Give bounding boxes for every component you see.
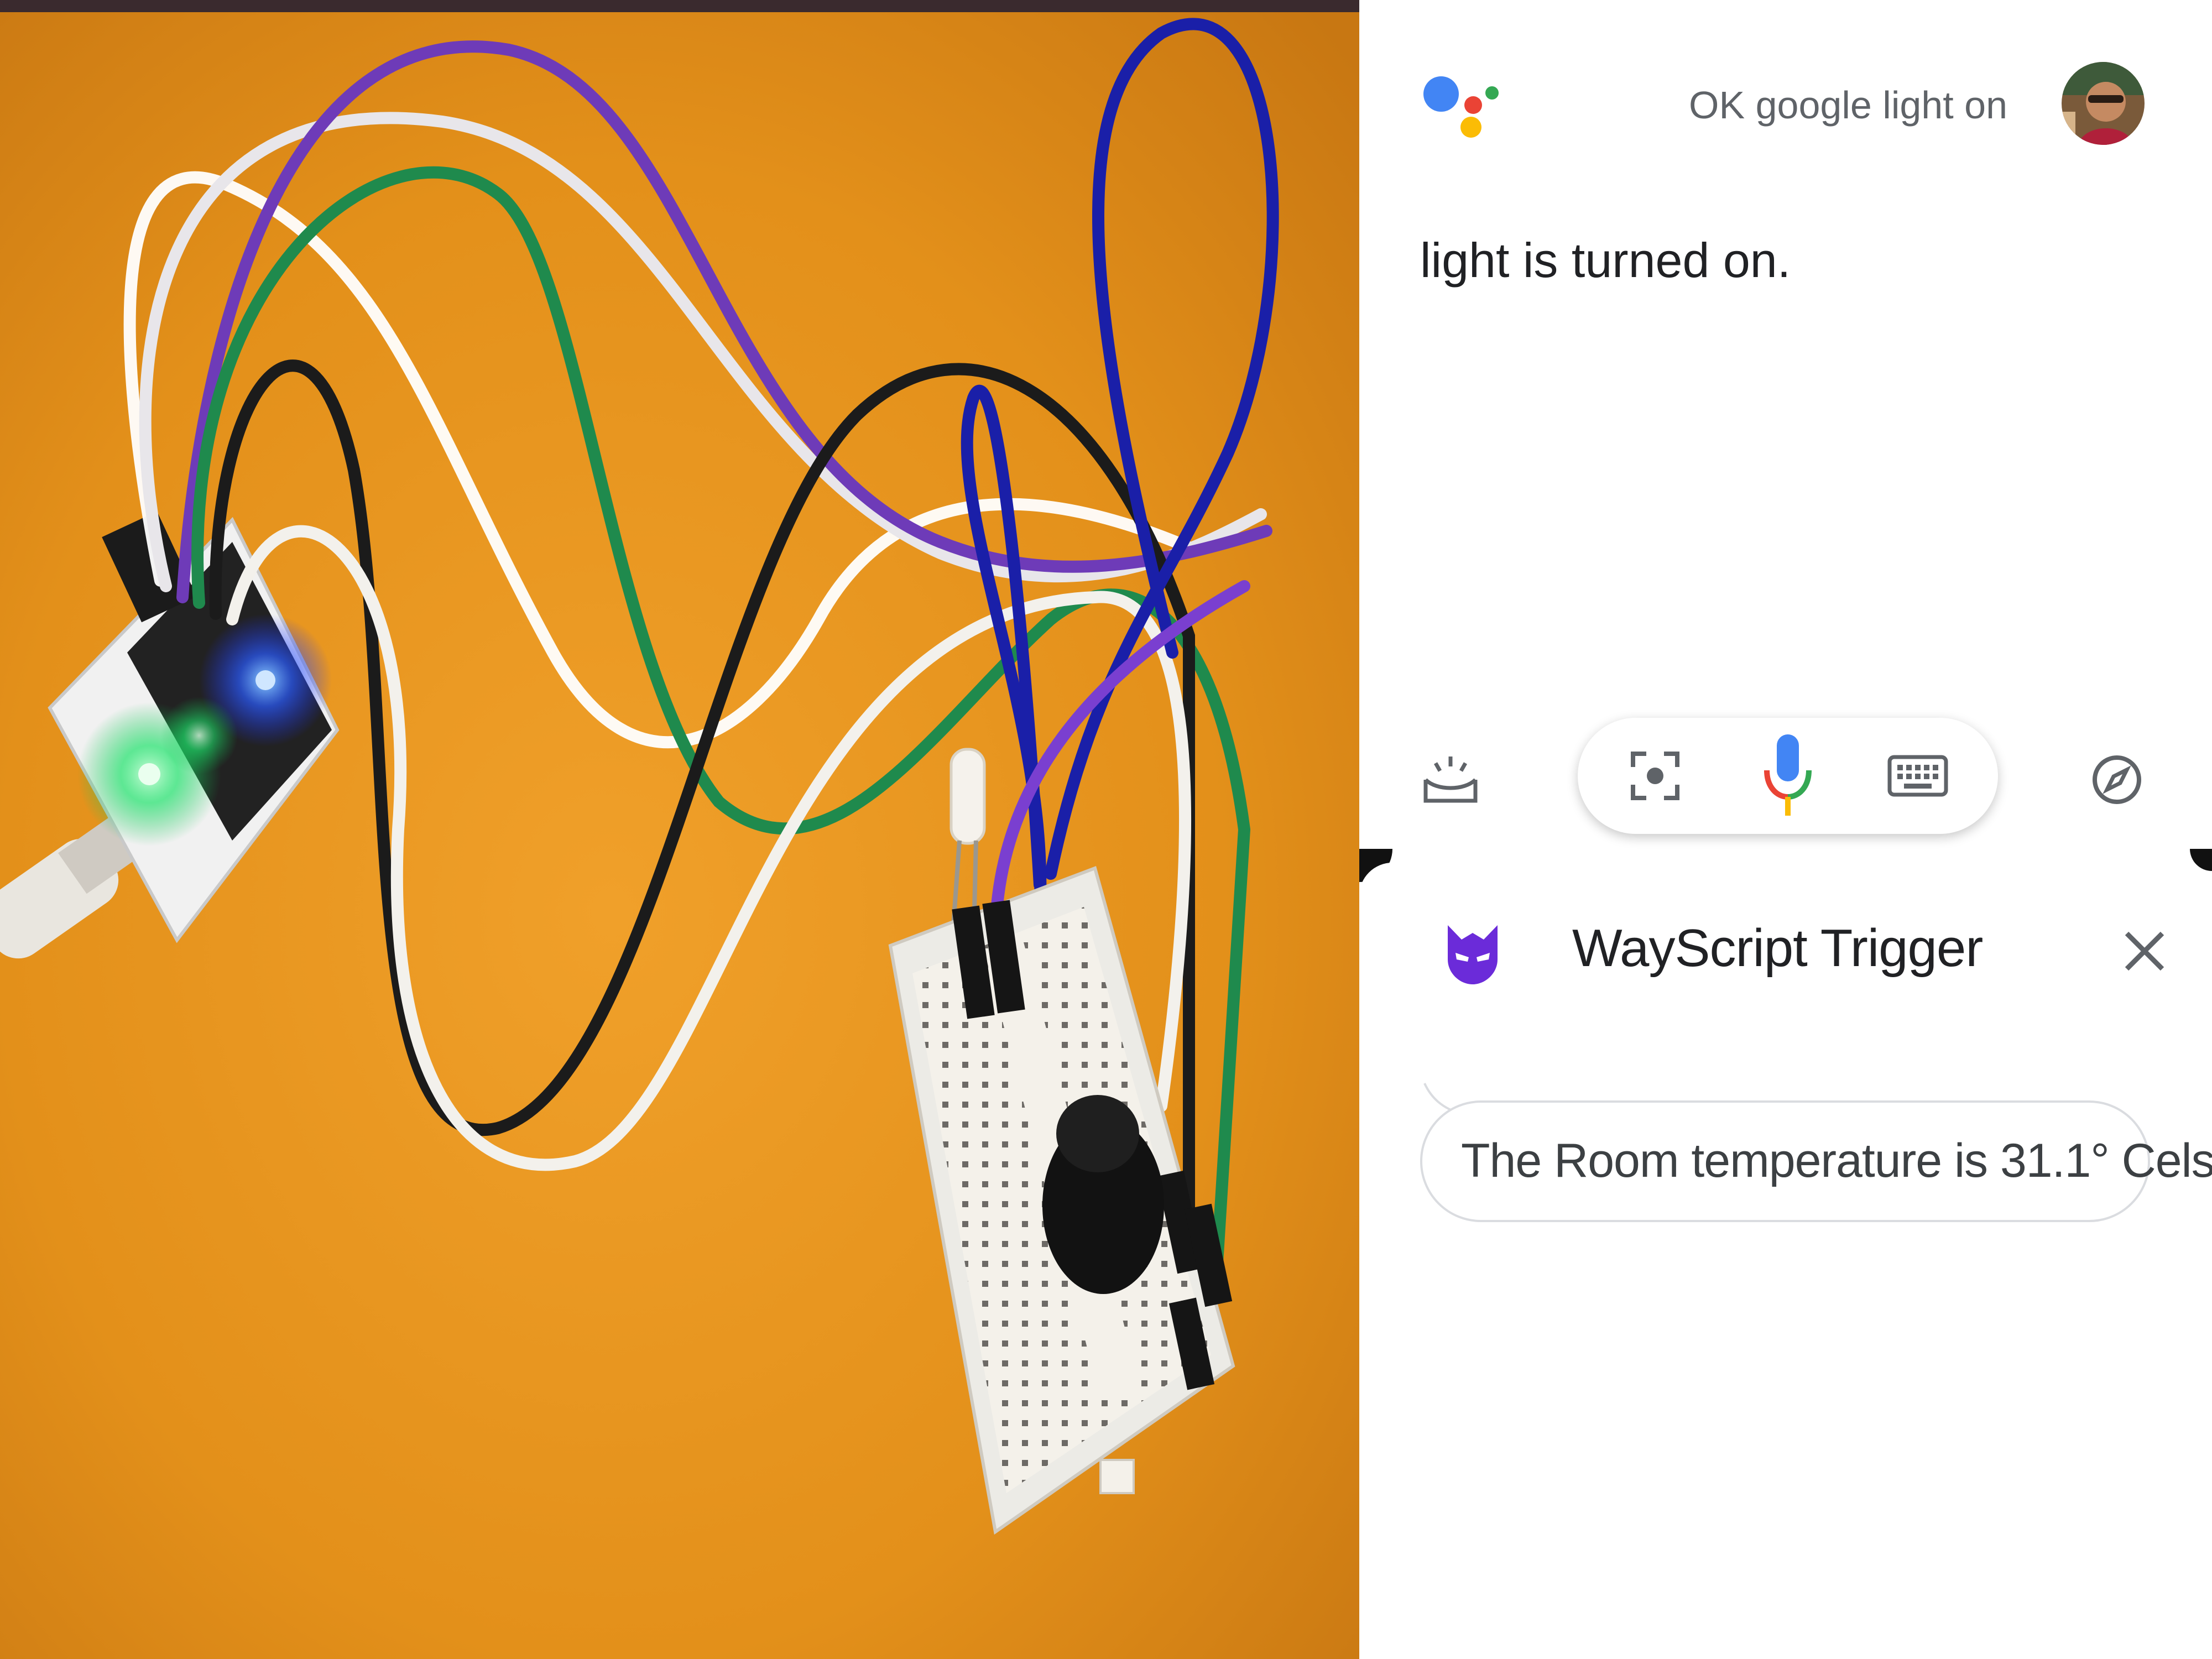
user-query-text: OK google light on [1689, 84, 2007, 127]
notification-title: WayScript Trigger [1572, 919, 1983, 978]
close-icon[interactable] [2117, 924, 2172, 979]
keyboard-icon[interactable] [1887, 754, 1948, 798]
assistant-bottom-bar [1359, 713, 2212, 846]
hardware-photo [0, 0, 1359, 1659]
assistant-response-text: light is turned on. [1420, 233, 1791, 288]
google-assistant-logo-icon [1423, 76, 1499, 138]
wayscript-notification-card[interactable]: WayScript Trigger The Room temperature i… [1359, 863, 2212, 1659]
notification-message: The Room temperature is 31.1° Celsius [1461, 1134, 2212, 1187]
explore-compass-icon[interactable] [2089, 752, 2145, 807]
google-assistant-panel: OK google light on light is turned on. [1359, 0, 2212, 852]
lens-icon[interactable] [1627, 748, 1683, 804]
input-mode-pill [1578, 718, 1998, 834]
user-avatar[interactable] [2062, 62, 2145, 145]
snapshot-icon[interactable] [1420, 752, 1481, 807]
background-fabric [0, 0, 1359, 12]
message-bubble: The Room temperature is 31.1° Celsius [1420, 1100, 2212, 1222]
wayscript-logo-icon [1448, 925, 1498, 984]
phone-screen: OK google light on light is turned on. W… [1359, 0, 2212, 1659]
mic-icon[interactable] [1760, 732, 1815, 820]
